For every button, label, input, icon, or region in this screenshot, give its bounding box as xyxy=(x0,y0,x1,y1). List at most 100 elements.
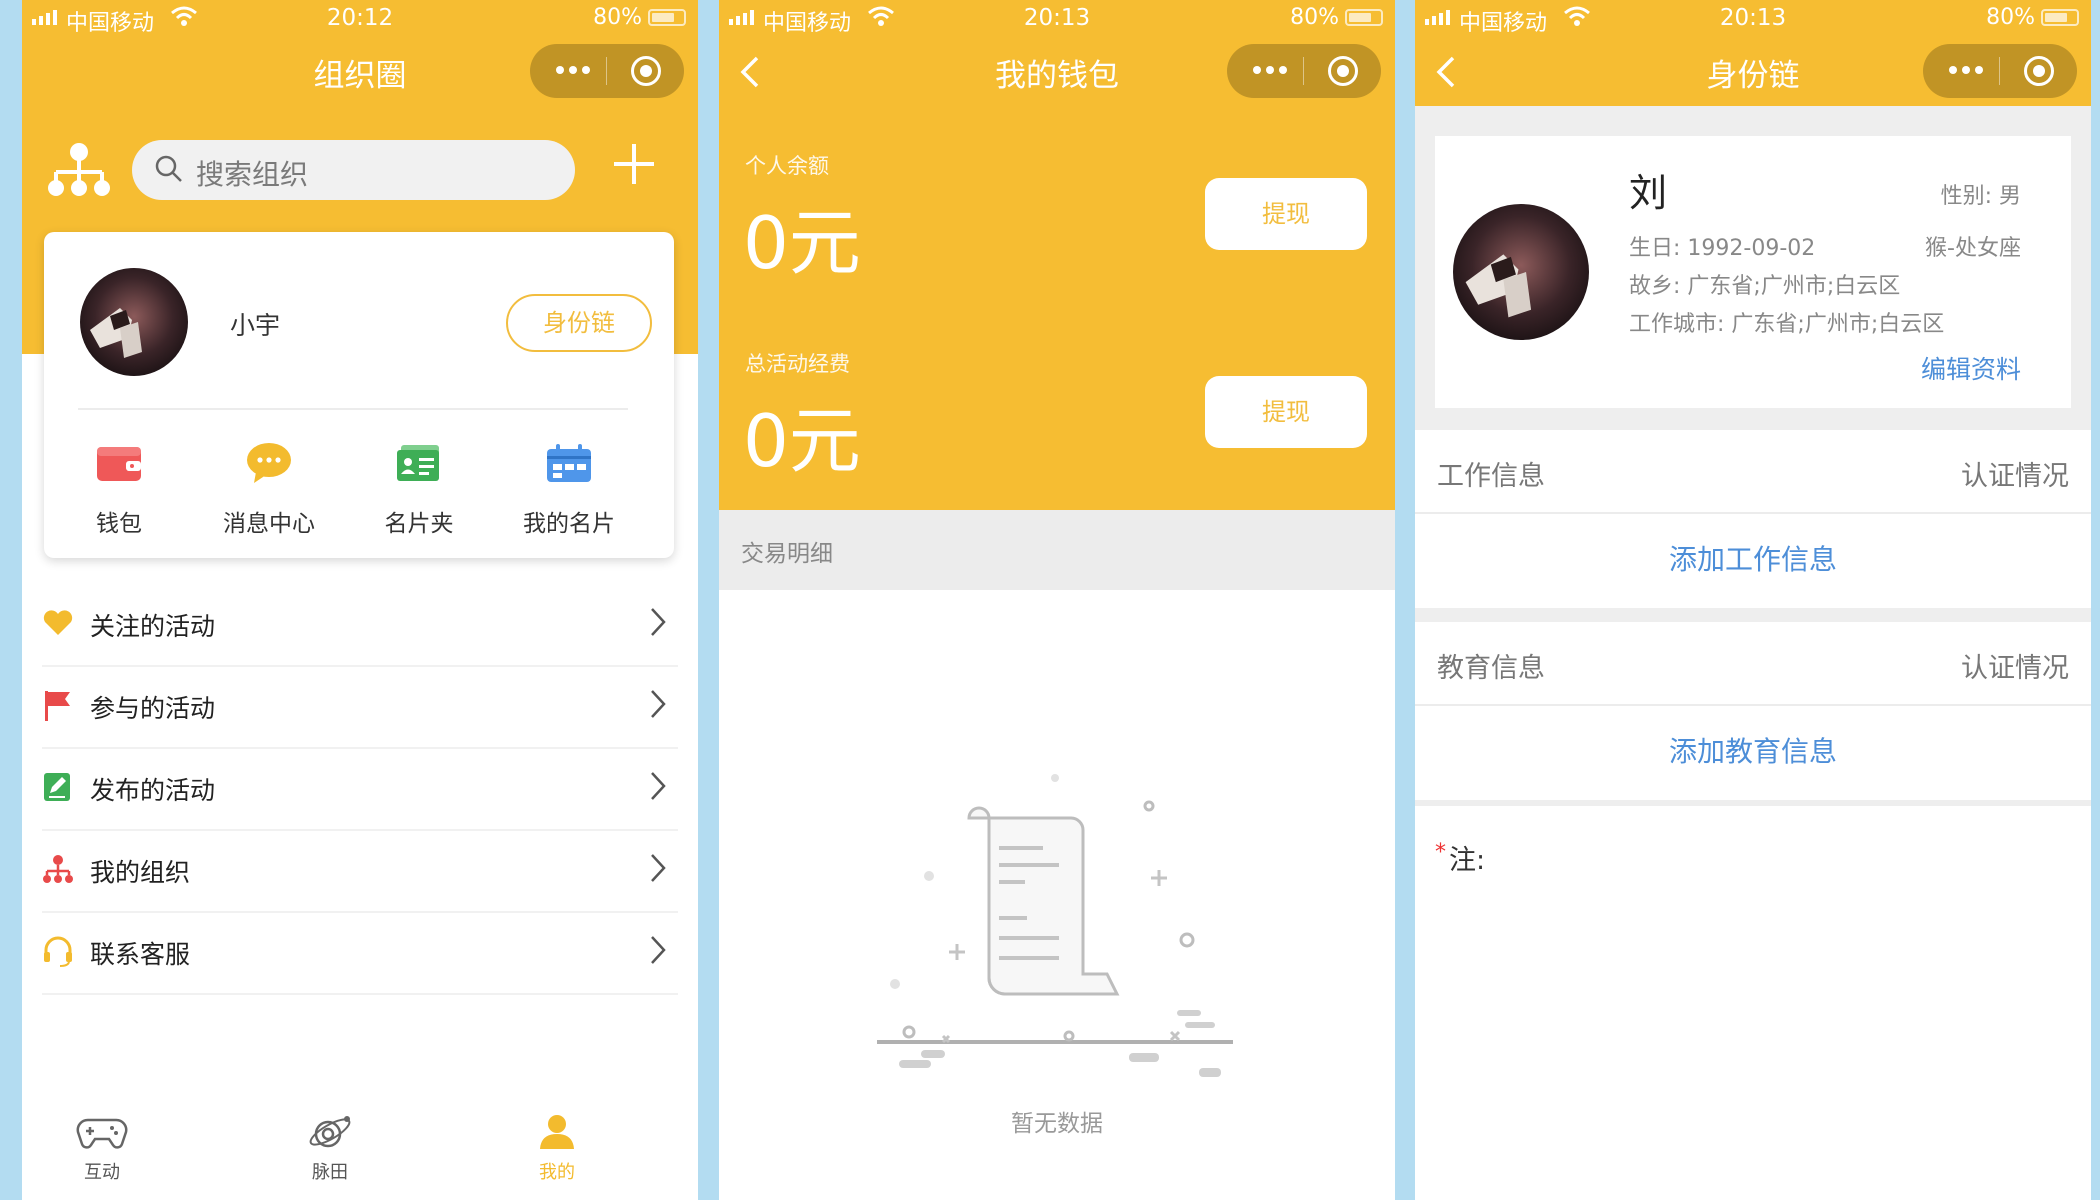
menu-item-customer-service[interactable]: 联系客服 xyxy=(42,913,678,995)
headset-icon xyxy=(44,936,72,967)
add-work-info-button[interactable]: 添加工作信息 xyxy=(1415,538,2091,578)
chevron-right-icon xyxy=(651,772,666,800)
close-target-icon[interactable] xyxy=(2024,56,2054,86)
search-input[interactable]: 搜索组织 xyxy=(132,140,575,200)
identity-chain-button[interactable]: 身份链 xyxy=(506,294,652,352)
chevron-right-icon xyxy=(651,936,666,964)
wallet-screen: 中国移动 20:13 80% 我的钱包 个人余额 0元 提现 总活动经费 0元 … xyxy=(719,0,1395,1200)
more-dots-icon[interactable] xyxy=(556,66,590,74)
education-info-header: 教育信息 认证情况 xyxy=(1415,622,2091,706)
user-name: 小宇 xyxy=(230,311,281,340)
work-info-title: 工作信息 xyxy=(1437,461,1545,492)
wallet-icon xyxy=(97,447,141,481)
org-circle-screen: 中国移动 20:12 80% 组织圈 搜索组织 小宇 身份链 钱包 消息中心 名… xyxy=(22,0,698,1200)
tab-label: 脉田 xyxy=(312,1162,348,1183)
divider xyxy=(78,408,628,410)
menu-item-followed-activities[interactable]: 关注的活动 xyxy=(42,585,678,667)
menu-label: 发布的活动 xyxy=(90,776,216,805)
menu-item-joined-activities[interactable]: 参与的活动 xyxy=(42,667,678,749)
empty-state-text: 暂无数据 xyxy=(1011,1111,1103,1137)
work-info-section: 工作信息 认证情况 添加工作信息 xyxy=(1415,430,2091,608)
status-bar: 中国移动 20:12 80% xyxy=(22,0,698,36)
battery-percent: 80% xyxy=(1290,5,1339,30)
tab-maitian[interactable]: 脉田 xyxy=(250,1114,410,1184)
heart-icon xyxy=(43,610,73,635)
close-target-icon[interactable] xyxy=(631,56,661,86)
org-tree-icon xyxy=(43,855,73,883)
more-dots-icon[interactable] xyxy=(1949,66,1983,74)
battery-icon xyxy=(2041,9,2079,26)
user-card: 小宇 身份链 钱包 消息中心 名片夹 我的名片 xyxy=(44,232,674,558)
menu-label: 参与的活动 xyxy=(90,694,216,723)
quick-action-my-card[interactable]: 我的名片 xyxy=(494,438,644,538)
menu-item-my-organizations[interactable]: 我的组织 xyxy=(42,831,678,913)
profile-birthday: 生日: 1992-09-02 xyxy=(1629,236,1816,261)
profile-work-city: 工作城市: 广东省;广州市;白云区 xyxy=(1629,312,1945,337)
quick-action-card-holder[interactable]: 名片夹 xyxy=(344,438,494,538)
org-tree-icon[interactable] xyxy=(48,142,110,198)
profile-gender: 性别: 男 xyxy=(1940,184,2021,209)
chevron-right-icon xyxy=(651,690,666,718)
battery-icon xyxy=(1345,9,1383,26)
note-section: * 注: xyxy=(1415,806,2091,1200)
tab-label: 我的 xyxy=(539,1162,575,1183)
avatar[interactable] xyxy=(80,268,188,376)
quick-action-label: 名片夹 xyxy=(384,511,454,537)
activity-fund-label: 总活动经费 xyxy=(745,352,850,376)
battery-icon xyxy=(648,9,686,26)
tab-bar: 互动 脉田 我的 xyxy=(22,1108,698,1200)
education-info-title: 教育信息 xyxy=(1437,653,1545,684)
mini-program-capsule xyxy=(1923,44,2077,98)
tab-interact[interactable]: 互动 xyxy=(22,1114,182,1184)
tab-mine[interactable]: 我的 xyxy=(477,1114,637,1184)
wallet-summary: 个人余额 0元 提现 总活动经费 0元 提现 xyxy=(719,106,1395,510)
personal-balance-value: 0元 xyxy=(743,201,861,285)
menu-item-published-activities[interactable]: 发布的活动 xyxy=(42,749,678,831)
note-label: 注: xyxy=(1449,845,1486,876)
status-bar: 中国移动 20:13 80% xyxy=(719,0,1395,36)
chat-bubble-icon xyxy=(247,443,291,483)
profile-card: 刘 性别: 男 生日: 1992-09-02 猴-处女座 故乡: 广东省;广州市… xyxy=(1435,136,2071,408)
quick-action-label: 我的名片 xyxy=(523,511,615,537)
work-info-header: 工作信息 认证情况 xyxy=(1415,430,2091,514)
flag-icon xyxy=(45,691,70,721)
battery-percent: 80% xyxy=(593,5,642,30)
personal-balance-label: 个人余额 xyxy=(745,154,829,178)
activity-fund-value: 0元 xyxy=(743,399,861,483)
edit-profile-link[interactable]: 编辑资料 xyxy=(1921,350,2021,386)
mini-program-capsule xyxy=(530,44,684,98)
tab-label: 互动 xyxy=(84,1162,120,1183)
empty-document-icon xyxy=(877,774,1233,1077)
calendar-card-icon xyxy=(547,444,591,482)
withdraw-button[interactable]: 提现 xyxy=(1205,376,1367,448)
add-education-info-button[interactable]: 添加教育信息 xyxy=(1415,730,2091,770)
profile-hometown: 故乡: 广东省;广州市;白云区 xyxy=(1629,274,1901,299)
chevron-right-icon xyxy=(651,854,666,882)
quick-action-messages[interactable]: 消息中心 xyxy=(194,438,344,538)
battery-percent: 80% xyxy=(1986,5,2035,30)
quick-action-wallet[interactable]: 钱包 xyxy=(44,438,194,538)
identity-chain-screen: 中国移动 20:13 80% 身份链 刘 性别: 男 生日: 1992-09-0… xyxy=(1415,0,2091,1200)
avatar[interactable] xyxy=(1453,204,1589,340)
quick-action-label: 钱包 xyxy=(96,511,142,537)
menu-label: 关注的活动 xyxy=(90,612,216,641)
quick-action-label: 消息中心 xyxy=(223,511,315,537)
transactions-header: 交易明细 xyxy=(719,510,1395,590)
menu-label: 我的组织 xyxy=(90,858,191,887)
close-target-icon[interactable] xyxy=(1328,56,1358,86)
withdraw-button[interactable]: 提现 xyxy=(1205,178,1367,250)
mini-program-capsule xyxy=(1227,44,1381,98)
required-star: * xyxy=(1435,840,1446,865)
profile-name: 刘 xyxy=(1629,171,1668,215)
add-icon[interactable] xyxy=(612,142,656,186)
education-verification-status: 认证情况 xyxy=(1961,653,2069,684)
work-verification-status: 认证情况 xyxy=(1961,461,2069,492)
status-bar: 中国移动 20:13 80% xyxy=(1415,0,2091,36)
planet-icon xyxy=(309,1116,351,1148)
menu-label: 联系客服 xyxy=(90,940,191,969)
person-icon xyxy=(540,1115,574,1149)
chevron-right-icon xyxy=(651,608,666,636)
card-holder-icon xyxy=(397,445,439,481)
search-placeholder: 搜索组织 xyxy=(196,158,309,191)
more-dots-icon[interactable] xyxy=(1253,66,1287,74)
